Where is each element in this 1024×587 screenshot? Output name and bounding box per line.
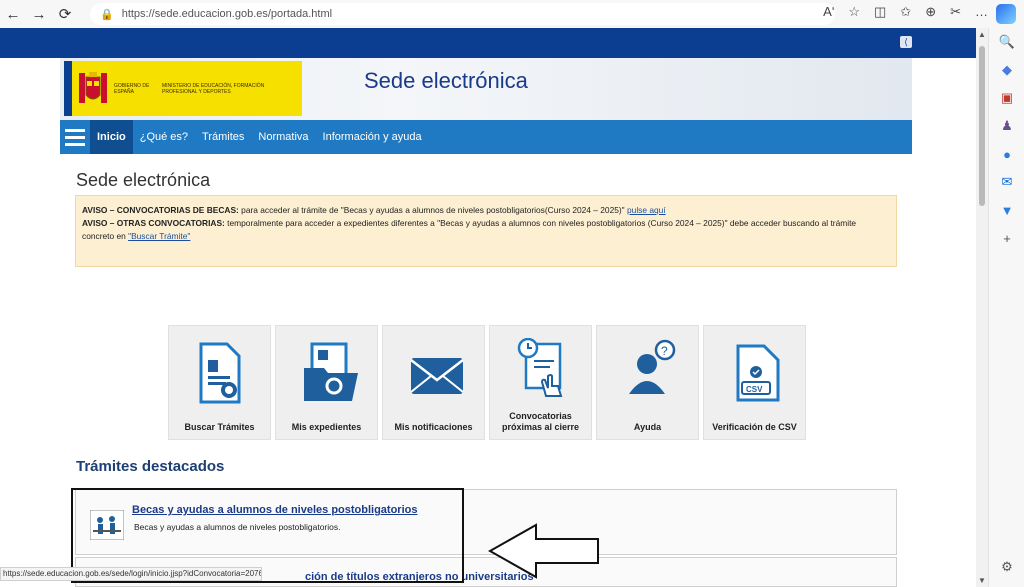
- notice-buscar-link[interactable]: "Buscar Trámite": [128, 231, 190, 241]
- office-icon[interactable]: ●: [989, 140, 1024, 168]
- more-menu-icon[interactable]: …: [975, 4, 988, 20]
- main-nav: Inicio ¿Qué es? Trámites Normativa Infor…: [60, 120, 912, 154]
- quick-access-tiles: Buscar Trámites Mis expedientes Mis noti…: [168, 325, 806, 440]
- tile-mis-expedientes[interactable]: Mis expedientes: [275, 325, 378, 440]
- notice-box: AVISO – CONVOCATORIAS DE BECAS: para acc…: [75, 195, 897, 267]
- address-bar[interactable]: 🔒 https://sede.educacion.gob.es/portada.…: [90, 3, 835, 25]
- nav-item-inicio[interactable]: Inicio: [90, 120, 133, 154]
- tile-buscar-tramites[interactable]: Buscar Trámites: [168, 325, 271, 440]
- eu-flag-icon: [64, 61, 72, 116]
- hamburger-menu-icon[interactable]: [60, 120, 90, 154]
- site-title: Sede electrónica: [364, 68, 528, 93]
- folder-search-icon: [304, 342, 358, 401]
- tile-label: Mis expedientes: [291, 422, 362, 432]
- nav-item-tramites[interactable]: Trámites: [195, 120, 251, 154]
- tile-label: Ayuda: [633, 422, 662, 432]
- envelope-icon: [410, 358, 464, 394]
- collections-icon[interactable]: ⊕: [925, 4, 936, 20]
- favorite-star-icon[interactable]: ☆: [848, 4, 860, 20]
- refresh-icon[interactable]: ⟳: [52, 5, 78, 23]
- featured-section-title: Trámites destacados: [76, 458, 225, 475]
- clock-document-icon: [517, 338, 563, 397]
- shopping-tag-icon[interactable]: ◆: [989, 56, 1024, 84]
- outlook-icon[interactable]: ✉: [989, 168, 1024, 196]
- tile-convocatorias[interactable]: Convocatorias próximas al cierre: [489, 325, 592, 440]
- settings-icon[interactable]: ⚙: [989, 553, 1024, 581]
- tile-label: Buscar Trámites: [184, 422, 255, 432]
- tile-verificacion-csv[interactable]: CSV Verificación de CSV: [703, 325, 806, 440]
- browser-sidebar: 🔍 ◆ ▣ ♟ ● ✉ ▼ + ⚙: [988, 28, 1024, 587]
- extensions-icon[interactable]: ✂: [950, 4, 961, 20]
- back-icon[interactable]: ←: [0, 6, 26, 23]
- url-text: https://sede.educacion.gob.es/portada.ht…: [121, 8, 333, 20]
- scroll-up-icon[interactable]: ▲: [978, 30, 986, 39]
- read-aloud-icon[interactable]: Aʹ: [823, 4, 834, 20]
- government-logo[interactable]: GOBIERNO DE ESPAÑA MINISTERIO DE EDUCACI…: [64, 61, 302, 116]
- svg-text:CSV: CSV: [746, 385, 763, 394]
- csv-document-icon: CSV: [736, 344, 780, 402]
- toolbox-icon[interactable]: ▣: [989, 84, 1024, 112]
- page-viewport: ⟨ GOBIERNO DE ESPAÑA MINISTERIO DE EDUCA…: [0, 28, 976, 587]
- games-icon[interactable]: ♟: [989, 112, 1024, 140]
- page-title: Sede electrónica: [76, 170, 211, 190]
- page-scrollbar[interactable]: ▲ ▼: [976, 28, 988, 587]
- favorites-icon[interactable]: ✩: [900, 4, 911, 20]
- annotation-arrow-icon: [488, 523, 599, 579]
- document-search-icon: [199, 342, 241, 404]
- search-icon[interactable]: 🔍: [989, 28, 1024, 56]
- notice-becas-text: para acceder al trámite de "Becas y ayud…: [238, 205, 627, 215]
- tile-label: Mis notificaciones: [394, 422, 473, 432]
- split-screen-icon[interactable]: ◫: [874, 4, 886, 20]
- copilot-icon[interactable]: [996, 4, 1016, 24]
- tile-ayuda[interactable]: ? Ayuda: [596, 325, 699, 440]
- logo-ministry-text: MINISTERIO DE EDUCACIÓN, FORMACIÓN PROFE…: [162, 82, 265, 95]
- tile-label: Verificación de CSV: [712, 422, 797, 432]
- nav-item-normativa[interactable]: Normativa: [251, 120, 315, 154]
- tile-mis-notificaciones[interactable]: Mis notificaciones: [382, 325, 485, 440]
- top-band: ⟨: [0, 28, 976, 58]
- notice-becas-link[interactable]: pulse aquí: [627, 205, 666, 215]
- browser-toolbar: ← → ⟳ 🔒 https://sede.educacion.gob.es/po…: [0, 0, 1024, 28]
- notice-becas-heading: AVISO – CONVOCATORIAS DE BECAS:: [82, 205, 239, 215]
- status-bar-url: https://sede.educacion.gob.es/sede/login…: [0, 567, 262, 581]
- scroll-down-icon[interactable]: ▼: [978, 576, 986, 585]
- svg-text:?: ?: [661, 344, 668, 358]
- nav-item-informacion-ayuda[interactable]: Información y ayuda: [316, 120, 429, 154]
- nav-item-que-es[interactable]: ¿Qué es?: [133, 120, 195, 154]
- tile-label: Convocatorias próximas al cierre: [501, 411, 580, 432]
- notice-otras-heading: AVISO – OTRAS CONVOCATORIAS:: [82, 218, 225, 228]
- forward-icon[interactable]: →: [26, 6, 52, 23]
- drop-icon[interactable]: ▼: [989, 196, 1024, 224]
- share-icon[interactable]: ⟨: [900, 36, 912, 48]
- lock-icon: 🔒: [100, 8, 114, 21]
- add-icon[interactable]: +: [989, 224, 1024, 252]
- logo-gov-text: GOBIERNO DE ESPAÑA: [114, 82, 150, 95]
- coat-of-arms-icon: [76, 69, 110, 109]
- help-person-icon: ?: [629, 339, 676, 394]
- scroll-thumb[interactable]: [979, 46, 985, 206]
